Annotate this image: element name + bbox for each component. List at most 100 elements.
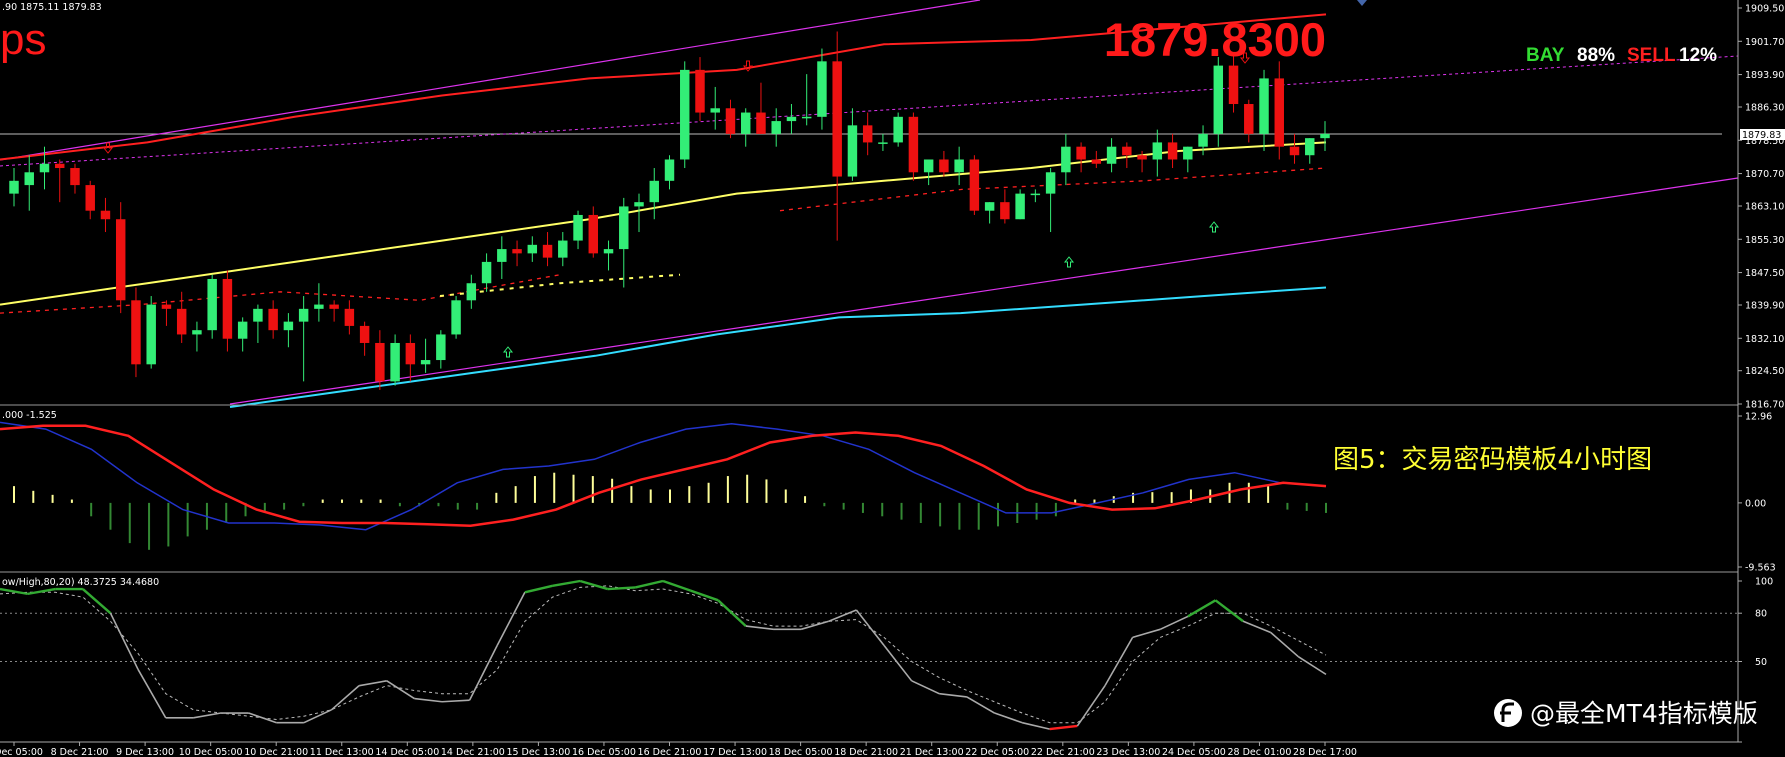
candle-body	[847, 125, 858, 177]
candle-body	[390, 342, 400, 382]
stochastic-tick-label: 50	[1755, 657, 1767, 668]
stochastic-main-segment	[607, 586, 636, 591]
candle-body	[527, 244, 538, 254]
price-tick-label: 1855.30	[1745, 235, 1784, 246]
candle-body	[222, 278, 233, 339]
macd-tick-label: -9.563	[1745, 563, 1776, 574]
candle-body	[740, 112, 751, 134]
time-tick-label: 11 Dec 13:00	[310, 747, 374, 757]
time-tick-label: 8 Dec 21:00	[51, 747, 109, 757]
candle-body	[1259, 78, 1269, 134]
macd-info: .000 -1.525	[2, 410, 57, 421]
candle	[680, 61, 690, 169]
candle-body	[1167, 142, 1178, 160]
time-tick-label: 14 Dec 21:00	[441, 747, 505, 757]
candle-body	[39, 163, 50, 173]
candle-body	[908, 116, 919, 173]
time-tick-label: 22 Dec 05:00	[965, 747, 1029, 757]
candle-body	[1198, 133, 1208, 147]
candle-body	[1045, 172, 1056, 194]
candle-body	[344, 308, 355, 326]
candle-body	[70, 168, 80, 186]
candle-body	[329, 304, 339, 309]
candle-body	[1015, 193, 1025, 220]
time-tick-label: 17 Dec 13:00	[703, 747, 767, 757]
candle	[207, 274, 217, 339]
candle	[908, 112, 919, 181]
candle	[146, 296, 156, 369]
candle-body	[939, 159, 949, 173]
sell-percent: 12%	[1679, 45, 1717, 66]
candle-body	[1320, 133, 1330, 139]
candle-body	[9, 180, 19, 194]
candle-body	[314, 304, 324, 309]
time-tick-label: 28 Dec 01:00	[1228, 747, 1292, 757]
candle-body	[786, 116, 797, 122]
candle-body	[1228, 65, 1239, 105]
macd-tick-label: 0.00	[1745, 498, 1766, 509]
time-tick-label: 16 Dec 05:00	[572, 747, 636, 757]
candle-body	[268, 308, 278, 331]
time-tick-label: 23 Dec 13:00	[1096, 747, 1160, 757]
candle	[1213, 57, 1224, 147]
candle-body	[542, 244, 553, 258]
candle-body	[664, 159, 675, 181]
candle-body	[969, 159, 980, 211]
candle-body	[237, 321, 248, 339]
candle-body	[725, 108, 736, 134]
time-tick-label: 16 Dec 21:00	[638, 747, 702, 757]
candle-body	[680, 69, 690, 160]
price-tick-label: 1839.90	[1745, 301, 1784, 312]
candle-body	[801, 116, 812, 119]
candle-body	[558, 240, 568, 258]
candle-body	[115, 219, 126, 301]
time-tick-label: 10 Dec 05:00	[179, 747, 243, 757]
candle-body	[893, 116, 903, 143]
sell-label: SELL	[1627, 45, 1676, 66]
candle-body	[512, 249, 522, 254]
stochastic-tick-label: 100	[1755, 577, 1773, 588]
time-tick-label: 21 Dec 13:00	[900, 747, 964, 757]
candle-body	[771, 121, 781, 134]
candle-body	[603, 249, 614, 254]
price-tick-label: 1816.70	[1745, 400, 1784, 411]
candle-body	[862, 125, 873, 143]
candle-body	[131, 300, 141, 365]
candle-body	[176, 308, 187, 335]
price-tick-label: 1893.90	[1745, 70, 1784, 81]
price-panel-info: .90 1875.11 1879.83	[2, 2, 102, 13]
candle	[893, 112, 903, 147]
candle	[451, 296, 461, 339]
price-tick-label: 1832.10	[1745, 334, 1784, 345]
candle-body	[436, 334, 446, 361]
candle-body	[1305, 138, 1315, 156]
time-tick-label: 24 Dec 05:00	[1162, 747, 1226, 757]
current-price-box: 1879.83	[1740, 129, 1785, 141]
candle	[131, 287, 141, 378]
candle-body	[466, 283, 477, 301]
time-tick-label: 18 Dec 05:00	[769, 747, 833, 757]
candle-body	[1183, 146, 1193, 160]
candle-body	[634, 202, 644, 207]
candle-body	[588, 214, 599, 254]
candle-body	[253, 308, 263, 322]
stochastic-info: ow/High,80,20) 48.3725 34.4680	[2, 577, 159, 588]
candle-body	[161, 304, 172, 309]
price-tick-label: 1909.50	[1745, 4, 1784, 15]
candle-body	[649, 180, 659, 203]
candle-body	[359, 325, 370, 343]
figure-caption: 图5：交易密码模板4小时图	[1333, 445, 1652, 475]
candle-body	[283, 321, 294, 331]
candle-body	[710, 108, 720, 113]
candle-body	[1289, 146, 1300, 156]
bay-percent: 88%	[1577, 45, 1615, 66]
candle-body	[1000, 202, 1010, 220]
candle-body	[573, 214, 583, 241]
stochastic-tick-label: 80	[1755, 609, 1767, 620]
candle-body	[1213, 65, 1224, 134]
candle-body	[85, 185, 95, 211]
candle-body	[146, 304, 156, 365]
candle-body	[1152, 142, 1163, 160]
time-tick-label: 28 Dec 17:00	[1293, 747, 1357, 757]
candle-body	[207, 278, 217, 331]
